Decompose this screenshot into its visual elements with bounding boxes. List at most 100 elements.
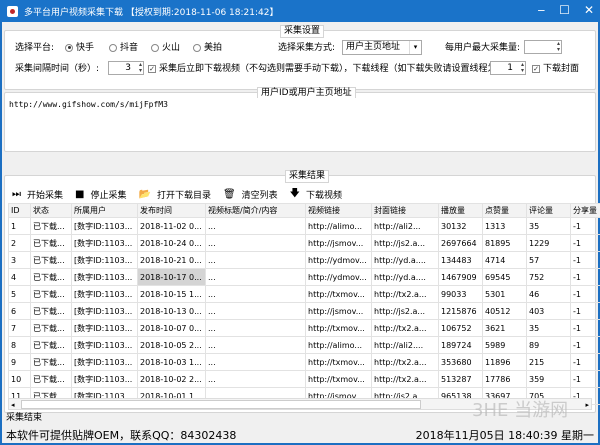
open-folder-button[interactable]: 📂 打开下载目录 — [138, 188, 210, 201]
table-cell: 已下载... — [30, 217, 72, 235]
max-label: 每用户最大采集量: — [445, 43, 521, 53]
table-cell: ... — [205, 268, 306, 286]
table-cell: 4714 — [482, 251, 527, 269]
cover-checkbox[interactable]: ✓ 下载封面 — [532, 63, 579, 75]
table-row[interactable]: 3 已下载... [数字ID:1103... 2018-10-21 0...... ht… — [8, 251, 600, 269]
scroll-left-icon[interactable]: ◂ — [11, 399, 15, 411]
radio-kuaishou[interactable]: 快手 — [65, 42, 94, 54]
table-cell: 35 — [526, 319, 571, 337]
table-cell: 17786 — [482, 370, 527, 388]
column-header[interactable]: 视频链接 — [305, 203, 372, 218]
table-row[interactable]: 6 已下载... [数字ID:1103... 2018-10-13 0...... ht… — [8, 302, 600, 320]
radio-meipai[interactable]: 美拍 — [193, 42, 222, 54]
stop-collect-button[interactable]: ■ 停止采集 — [75, 188, 126, 201]
cover-label: 下载封面 — [543, 64, 580, 74]
table-row[interactable]: 8 已下载... [数字ID:1103... 2018-10-05 2...... ht… — [8, 336, 600, 354]
scroll-right-icon[interactable]: ▸ — [585, 399, 589, 411]
threads-stepper[interactable]: 1 — [490, 61, 526, 75]
scrollbar-thumb[interactable] — [21, 400, 421, 409]
column-header[interactable]: 点赞量 — [482, 203, 527, 218]
table-cell: [数字ID:1103... — [71, 217, 138, 235]
maximize-button[interactable]: ☐ — [559, 3, 570, 17]
table-cell: -1 — [570, 268, 600, 286]
table-cell: 215 — [526, 353, 571, 371]
main-window: 采集设置 选择平台: 快手 抖音 火山 美拍 选择采集方式: 用户主页地址 ▾ 每… — [2, 22, 600, 443]
column-header[interactable]: 视频标题/简介/内容 — [205, 203, 306, 218]
table-cell: -1 — [570, 336, 600, 354]
interval-stepper[interactable]: 3 — [108, 61, 144, 75]
table-cell: http://ydmov... — [305, 251, 372, 269]
start-collect-button[interactable]: ⏭ 开始采集 — [12, 188, 63, 201]
window-title: 多平台用户视频采集下载 【授权到期:2018-11-06 18:21:42】 — [24, 7, 279, 18]
table-cell: 2 — [8, 234, 31, 252]
column-header[interactable]: 播放量 — [438, 203, 483, 218]
table-cell: ... — [205, 302, 306, 320]
minimize-button[interactable]: ‒ — [538, 3, 546, 17]
table-row[interactable]: 1 已下载... [数字ID:1103... 2018-11-02 0...... ht… — [8, 217, 600, 235]
column-header[interactable]: 状态 — [30, 203, 72, 218]
table-cell: [数字ID:1103... — [71, 353, 138, 371]
table-row[interactable]: 4 已下载... [数字ID:1103... 2018-10-17 0...... ht… — [8, 268, 600, 286]
table-row[interactable]: 7 已下载... [数字ID:1103... 2018-10-07 0...... ht… — [8, 319, 600, 337]
table-cell: http://ali2.... — [371, 336, 439, 354]
watermark-logo: 3HE 当游网 — [472, 400, 569, 421]
table-cell: ... — [205, 217, 306, 235]
table-cell: [数字ID:1103... — [71, 370, 138, 388]
status-message: 采集结束 — [6, 413, 43, 423]
radio-huoshan[interactable]: 火山 — [151, 42, 180, 54]
open-folder-label: 打开下载目录 — [156, 191, 211, 201]
download-arrow-icon: 🡇 — [289, 188, 300, 199]
table-cell: -1 — [570, 217, 600, 235]
table-cell: -1 — [570, 370, 600, 388]
table-cell: http://yd.a.... — [371, 268, 439, 286]
table-cell: 1313 — [482, 217, 527, 235]
column-header[interactable]: ID — [8, 203, 31, 218]
table-row[interactable]: 5 已下载... [数字ID:1103... 2018-10-15 1...... ht… — [8, 285, 600, 303]
table-cell: 81895 — [482, 234, 527, 252]
table-row[interactable]: 9 已下载... [数字ID:1103... 2018-10-03 1...... ht… — [8, 353, 600, 371]
table-cell: 6 — [8, 302, 31, 320]
download-video-button[interactable]: 🡇 下载视频 — [290, 186, 342, 203]
radio-icon — [151, 43, 159, 52]
platform-label: 选择平台: — [15, 43, 55, 53]
table-cell: 57 — [526, 251, 571, 269]
folder-open-icon: 📂 — [138, 189, 151, 200]
table-row[interactable]: 10 已下载... [数字ID:1103... 2018-10-02 2...... h… — [8, 370, 600, 388]
max-count-stepper[interactable] — [524, 40, 562, 54]
table-cell: 1 — [8, 217, 31, 235]
table-cell: -1 — [570, 251, 600, 269]
radio-douyin[interactable]: 抖音 — [109, 42, 138, 54]
close-button[interactable]: ✕ — [584, 3, 594, 17]
stop-icon: ■ — [75, 189, 85, 200]
column-header[interactable]: 分享量 — [570, 203, 600, 218]
column-header[interactable]: 封面链接 — [371, 203, 439, 218]
user-url-input[interactable]: http://www.gifshow.com/s/mijFpfM3 — [7, 98, 593, 150]
method-label: 选择采集方式: — [278, 43, 336, 53]
table-cell: [数字ID:1103... — [71, 336, 138, 354]
table-cell: 已下载... — [30, 234, 72, 252]
table-cell: 359 — [526, 370, 571, 388]
stop-collect-label: 停止采集 — [90, 191, 127, 201]
method-value: 用户主页地址 — [346, 42, 401, 52]
table-cell: 35 — [526, 217, 571, 235]
results-table: ID 状态 所属用户 发布时间 视频标题/简介/内容 视频链接 封面链接 播放量 点赞量 评论量分… — [8, 203, 600, 405]
table-cell: 2018-10-02 2... — [137, 370, 206, 388]
column-header[interactable]: 发布时间 — [137, 203, 206, 218]
table-cell: 7 — [8, 319, 31, 337]
table-cell: http://alimo... — [305, 217, 372, 235]
table-cell: http://jsmov... — [305, 234, 372, 252]
interval-label: 采集间隔时间（秒）: — [15, 64, 100, 74]
column-header[interactable]: 所属用户 — [71, 203, 138, 218]
method-select[interactable]: 用户主页地址 ▾ — [342, 40, 422, 55]
table-cell: 已下载... — [30, 353, 72, 371]
settings-group-label: 采集设置 — [280, 25, 325, 38]
table-cell: [数字ID:1103... — [71, 319, 138, 337]
table-cell: 11896 — [482, 353, 527, 371]
radio-icon — [65, 43, 73, 52]
table-row[interactable]: 2 已下载... [数字ID:1103... 2018-10-24 0...... ht… — [8, 234, 600, 252]
clear-list-button[interactable]: 🗑 清空列表 — [223, 188, 278, 201]
table-cell: 3 — [8, 251, 31, 269]
column-header[interactable]: 评论量 — [526, 203, 571, 218]
table-cell: 10 — [8, 370, 31, 388]
auto-download-checkbox[interactable]: ✓ 采集后立即下载视频（不勾选则需要手动下载），下载线程（如下载失败请设置线程为1… — [148, 63, 514, 75]
